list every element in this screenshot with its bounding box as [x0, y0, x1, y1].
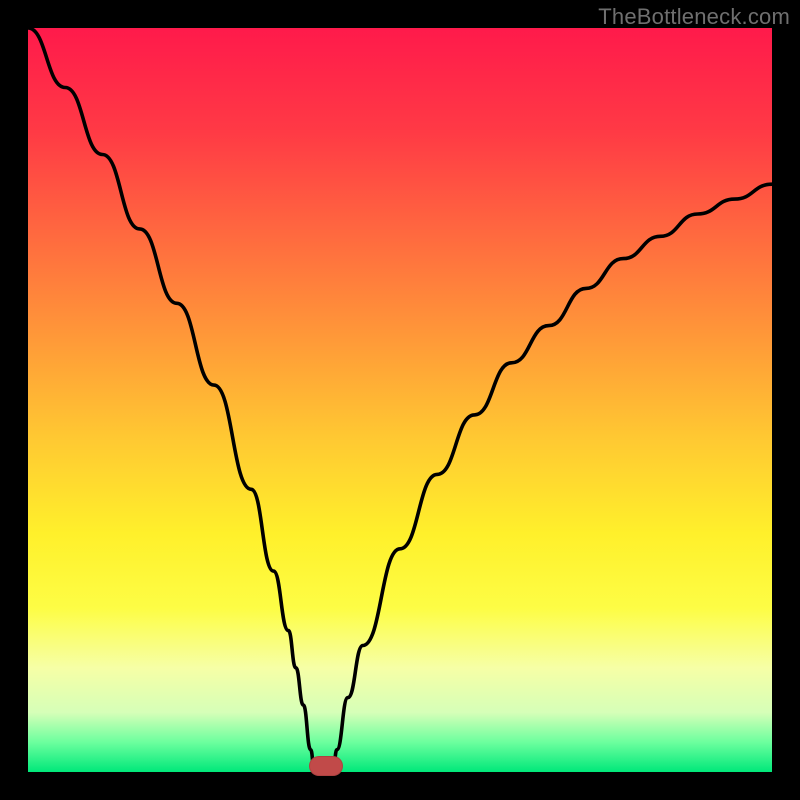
curve-svg	[28, 28, 772, 772]
bottleneck-curve	[28, 28, 772, 772]
chart-frame: TheBottleneck.com	[0, 0, 800, 800]
plot-area	[28, 28, 772, 772]
optimal-point-marker	[309, 756, 343, 776]
watermark-text: TheBottleneck.com	[598, 4, 790, 30]
